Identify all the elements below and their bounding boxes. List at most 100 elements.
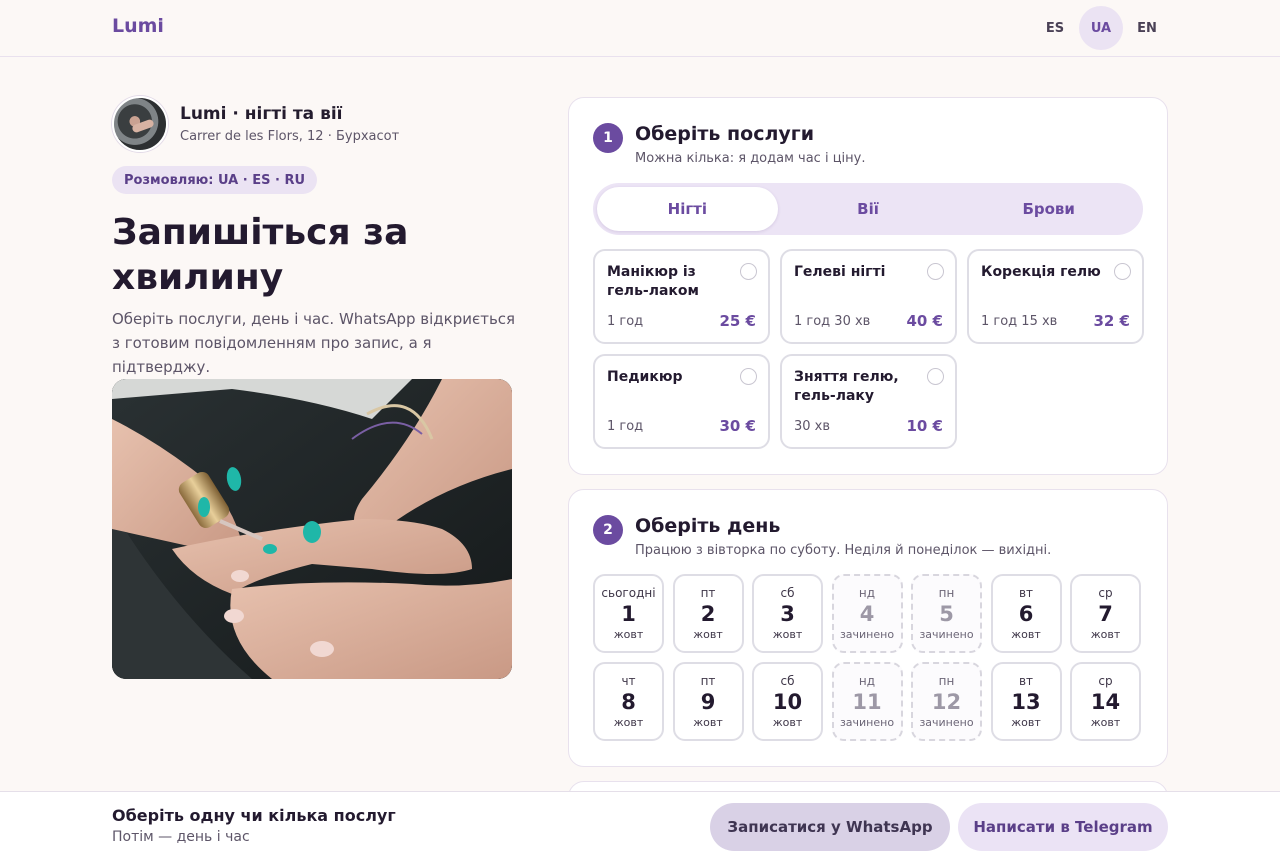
service-duration: 30 хв bbox=[794, 419, 831, 434]
day-number: 3 bbox=[780, 601, 795, 626]
lang-ua-button[interactable]: UA bbox=[1079, 6, 1123, 50]
service-name: Педикюр bbox=[607, 369, 683, 385]
step-number: 1 bbox=[593, 123, 623, 153]
service-name: Гелеві нігті bbox=[794, 264, 886, 280]
lang-es-button[interactable]: ES bbox=[1033, 6, 1077, 50]
day-number: 13 bbox=[1011, 689, 1041, 714]
category-tabs: Нігті Вії Брови bbox=[593, 183, 1143, 235]
day-tile-closed: пн 12 зачинено bbox=[911, 662, 982, 741]
studio-name: Lumi · нігті та вії bbox=[180, 104, 343, 124]
day-tile[interactable]: вт 6 жовт bbox=[990, 574, 1062, 653]
service-checkbox[interactable] bbox=[740, 368, 757, 385]
tab-lashes[interactable]: Вії bbox=[778, 187, 959, 231]
day-weekday: вт bbox=[1018, 673, 1034, 688]
tab-brows[interactable]: Брови bbox=[958, 187, 1139, 231]
spoken-languages-badge: Розмовляю: UA · ES · RU bbox=[112, 166, 318, 194]
day-tile[interactable]: сб 3 жовт bbox=[752, 574, 823, 653]
step-title: Оберіть послуги bbox=[635, 123, 815, 145]
whatsapp-book-button[interactable]: Записатися у WhatsApp bbox=[710, 803, 950, 851]
day-weekday: ср bbox=[1098, 673, 1113, 688]
day-month: жовт bbox=[772, 627, 803, 641]
services-card: 1 Оберіть послуги Можна кілька: я додам … bbox=[568, 97, 1168, 475]
day-number: 6 bbox=[1018, 601, 1034, 626]
service-option[interactable]: Зняття гелю, гель-лаку 30 хв 10 € bbox=[780, 354, 957, 449]
service-checkbox[interactable] bbox=[927, 368, 944, 385]
language-switcher: ES UA EN bbox=[1033, 6, 1169, 50]
service-checkbox[interactable] bbox=[927, 263, 944, 280]
day-month: жовт bbox=[693, 627, 723, 641]
service-name: Корекція гелю bbox=[981, 264, 1101, 280]
day-tile-closed: пн 5 зачинено bbox=[911, 574, 982, 653]
day-weekday: сб bbox=[780, 673, 795, 688]
day-tile-closed: нд 11 зачинено bbox=[831, 662, 903, 741]
day-number: 11 bbox=[852, 689, 882, 714]
day-number: 5 bbox=[939, 601, 954, 626]
day-tile[interactable]: вт 13 жовт bbox=[990, 662, 1062, 741]
step-subtitle: Можна кілька: я додам час і ціну. bbox=[635, 151, 866, 166]
day-weekday: пн bbox=[938, 673, 955, 688]
booking-summary-title: Оберіть одну чи кілька послуг bbox=[112, 806, 396, 825]
manicure-photo bbox=[112, 379, 512, 679]
service-option[interactable]: Гелеві нігті 1 год 30 хв 40 € bbox=[780, 249, 957, 344]
day-card: 2 Оберіть день Працюю з вівторка по субо… bbox=[568, 489, 1168, 767]
booking-summary-subtitle: Потім — день і час bbox=[112, 829, 250, 845]
telegram-message-button[interactable]: Написати в Telegram bbox=[958, 803, 1168, 851]
day-number: 2 bbox=[700, 601, 716, 626]
studio-profile: Lumi · нігті та вії Carrer de les Flors,… bbox=[112, 96, 399, 152]
day-tile[interactable]: ср 7 жовт bbox=[1070, 574, 1141, 653]
lang-en-button[interactable]: EN bbox=[1125, 6, 1169, 50]
service-price: 30 € bbox=[719, 417, 756, 435]
page-title: Запишіться за хвилину bbox=[112, 212, 409, 298]
day-tile[interactable]: пт 9 жовт bbox=[672, 662, 744, 741]
manicure-photo-illustration bbox=[112, 379, 512, 679]
day-number: 12 bbox=[931, 689, 962, 714]
day-number: 14 bbox=[1090, 689, 1121, 714]
day-weekday: нд bbox=[858, 673, 876, 688]
day-number: 1 bbox=[621, 601, 636, 626]
step-title: Оберіть день bbox=[635, 515, 781, 537]
day-weekday: ср bbox=[1098, 585, 1113, 600]
service-duration: 1 год 30 хв bbox=[794, 314, 871, 329]
service-price: 40 € bbox=[906, 312, 943, 330]
day-tile[interactable]: ср 14 жовт bbox=[1070, 662, 1141, 741]
service-duration: 1 год 15 хв bbox=[981, 314, 1058, 329]
day-number: 9 bbox=[700, 689, 716, 714]
service-duration: 1 год bbox=[607, 314, 644, 329]
day-weekday: пт bbox=[700, 585, 716, 600]
day-month: жовт bbox=[1011, 627, 1041, 641]
day-weekday: чт bbox=[621, 673, 636, 688]
service-option[interactable]: Корекція гелю 1 год 15 хв 32 € bbox=[967, 249, 1144, 344]
day-tile[interactable]: пт 2 жовт bbox=[672, 574, 744, 653]
day-weekday: пн bbox=[938, 585, 955, 600]
day-month: жовт bbox=[693, 715, 723, 729]
service-option[interactable]: Манікюр із гель-лаком 1 год 25 € bbox=[593, 249, 770, 344]
day-weekday: сьогодні bbox=[601, 585, 656, 600]
day-month: жовт bbox=[772, 715, 803, 729]
avatar bbox=[112, 96, 168, 152]
day-picker: сьогодні 1 жовт пт 2 жовт сб 3 жовт нд 4 зачинено пн… bbox=[593, 574, 1143, 741]
day-month: жовт bbox=[613, 627, 644, 641]
service-checkbox[interactable] bbox=[740, 263, 757, 280]
day-month: зачинено bbox=[839, 627, 895, 641]
service-checkbox[interactable] bbox=[1114, 263, 1131, 280]
service-option[interactable]: Педикюр 1 год 30 € bbox=[593, 354, 770, 449]
service-price: 32 € bbox=[1093, 312, 1130, 330]
day-tile-closed: нд 4 зачинено bbox=[831, 574, 903, 653]
service-name: Манікюр із гель-лаком bbox=[607, 264, 699, 299]
day-weekday: пт bbox=[700, 673, 716, 688]
day-number: 4 bbox=[859, 601, 875, 626]
day-number: 7 bbox=[1098, 601, 1113, 626]
day-tile[interactable]: сб 10 жовт bbox=[752, 662, 823, 741]
day-tile[interactable]: чт 8 жовт bbox=[593, 662, 664, 741]
day-weekday: нд bbox=[858, 585, 876, 600]
service-list: Манікюр із гель-лаком 1 год 25 € Гелеві … bbox=[593, 249, 1144, 449]
top-bar: Lumi ES UA EN bbox=[0, 0, 1280, 57]
day-tile[interactable]: сьогодні 1 жовт bbox=[593, 574, 664, 653]
tab-nails[interactable]: Нігті bbox=[597, 187, 778, 231]
step-number: 2 bbox=[593, 515, 623, 545]
logo[interactable]: Lumi bbox=[112, 15, 164, 37]
day-month: зачинено bbox=[919, 627, 974, 641]
day-month: зачинено bbox=[919, 715, 974, 729]
service-price: 10 € bbox=[906, 417, 943, 435]
day-number: 8 bbox=[621, 689, 636, 714]
